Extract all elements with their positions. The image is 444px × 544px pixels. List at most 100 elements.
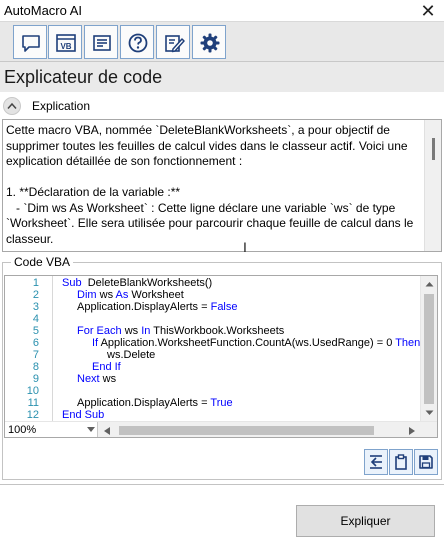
explanation-textbox[interactable]: Cette macro VBA, nommée `DeleteBlankWork…	[2, 119, 442, 252]
explanation-section-label: Explication	[32, 99, 91, 113]
page-header: Explicateur de code	[0, 62, 444, 92]
scroll-down-icon[interactable]	[421, 404, 438, 421]
help-icon	[128, 33, 148, 53]
code-text: Dim ws As Worksheet	[77, 289, 184, 301]
chevron-up-icon	[7, 102, 17, 109]
close-button[interactable]: ✕	[418, 1, 438, 21]
code-text: For Each ws In ThisWorkbook.Worksheets	[77, 325, 284, 337]
code-keyword: For Each	[77, 325, 122, 337]
code-keyword: End Sub	[62, 409, 105, 421]
window-title: AutoMacro AI	[4, 3, 83, 18]
explanation-paragraph: Cette macro VBA, nommée `DeleteBlankWork…	[6, 123, 411, 168]
form-list-button[interactable]	[84, 25, 118, 59]
help-button[interactable]	[120, 25, 154, 59]
scroll-left-icon[interactable]	[104, 427, 110, 435]
explanation-scrollbar[interactable]	[424, 120, 441, 251]
gear-icon	[200, 33, 220, 53]
save-button[interactable]	[414, 449, 438, 475]
code-keyword: Next	[77, 373, 100, 385]
save-icon	[419, 455, 433, 469]
code-line: 5 For Each ws In ThisWorkbook.Worksheets	[5, 325, 423, 337]
code-line: 11 Application.DisplayAlerts = True	[5, 397, 423, 409]
code-line: 4	[5, 313, 423, 325]
svg-text:VB: VB	[60, 42, 71, 51]
explain-button[interactable]: Expliquer	[296, 505, 435, 537]
zoom-selector[interactable]: 100%	[5, 422, 98, 437]
code-keyword: True	[210, 397, 233, 409]
vba-module-icon: VB	[56, 34, 76, 52]
scroll-right-icon[interactable]	[409, 427, 415, 435]
collapse-toggle[interactable]	[3, 97, 21, 115]
code-editor[interactable]: 1 Sub DeleteBlankWorksheets() 2 Dim ws As W…	[4, 275, 438, 438]
code-line: 8 End If	[5, 361, 423, 373]
code-keyword: In	[141, 325, 151, 337]
chevron-down-icon	[87, 427, 95, 432]
zoom-value: 100%	[8, 424, 37, 436]
page-title: Explicateur de code	[4, 67, 163, 87]
footer-divider	[0, 484, 444, 485]
form-list-icon	[93, 35, 111, 51]
code-token: ws	[121, 325, 142, 337]
code-line: 12 End Sub	[5, 409, 423, 421]
code-text: If Application.WorksheetFunction.CountA(…	[92, 337, 420, 349]
code-line: 9 Next ws	[5, 373, 423, 385]
explanation-text: Cette macro VBA, nommée `DeleteBlankWork…	[6, 123, 424, 247]
code-text: Application.DisplayAlerts = True	[77, 397, 233, 409]
code-line: 10	[5, 385, 423, 397]
clipboard-icon	[395, 454, 407, 470]
scrollbar-thumb[interactable]	[424, 294, 434, 404]
code-line: 3 Application.DisplayAlerts = False	[5, 301, 423, 313]
code-token: ws.Delete	[107, 349, 156, 361]
insert-code-button[interactable]	[364, 449, 388, 475]
line-number: 10	[26, 385, 39, 397]
chat-button[interactable]	[13, 25, 47, 59]
line-number: 9	[32, 373, 39, 385]
scrollbar-thumb[interactable]	[119, 426, 374, 435]
line-number: 3	[32, 301, 39, 313]
line-number: 1	[32, 277, 39, 289]
toolbar: VB	[0, 22, 444, 62]
line-number: 8	[32, 361, 39, 373]
edit-checklist-icon	[165, 35, 185, 53]
explanation-section-header: Explication	[0, 96, 444, 116]
edit-checklist-button[interactable]	[156, 25, 190, 59]
code-token: DeleteBlankWorksheets()	[81, 277, 213, 289]
code-keyword: Then	[395, 337, 421, 349]
scrollbar-thumb[interactable]	[432, 138, 435, 160]
code-lines: 1 Sub DeleteBlankWorksheets() 2 Dim ws As W…	[5, 276, 423, 421]
line-number: 2	[32, 289, 39, 301]
code-token: Application.DisplayAlerts =	[77, 397, 211, 409]
code-keyword: As	[115, 289, 129, 301]
code-text: End If	[92, 361, 121, 373]
vba-module-button[interactable]: VB	[48, 25, 82, 59]
code-line: 2 Dim ws As Worksheet	[5, 289, 423, 301]
code-text: Sub DeleteBlankWorksheets()	[62, 277, 212, 289]
code-token: Worksheet	[128, 289, 184, 301]
code-keyword: Sub	[62, 277, 82, 289]
code-keyword: Dim	[77, 289, 97, 301]
line-number: 7	[32, 349, 39, 361]
line-number: 6	[32, 337, 39, 349]
line-number: 11	[27, 397, 39, 409]
insert-code-icon	[370, 455, 382, 469]
line-number: 5	[32, 325, 39, 337]
code-vertical-scrollbar[interactable]	[420, 276, 437, 421]
code-line: 7 ws.Delete	[5, 349, 423, 361]
code-text: ws.Delete	[107, 349, 155, 361]
settings-button[interactable]	[192, 25, 226, 59]
code-section-label: Code VBA	[11, 255, 74, 269]
code-line: 1 Sub DeleteBlankWorksheets()	[5, 277, 423, 289]
code-keyword: End If	[92, 361, 121, 373]
code-text: End Sub	[62, 409, 104, 421]
line-number: 4	[32, 313, 39, 325]
scroll-up-icon[interactable]	[421, 276, 438, 293]
copy-clipboard-button[interactable]	[389, 449, 413, 475]
code-horizontal-scrollbar[interactable]: 100%	[5, 421, 437, 437]
code-token: Application.WorksheetFunction.CountA(ws.…	[98, 337, 396, 349]
code-token: ws	[96, 289, 116, 301]
code-text: Application.DisplayAlerts = False	[77, 301, 238, 313]
code-line: 6 If Application.WorksheetFunction.CountA…	[5, 337, 423, 349]
code-keyword: False	[210, 301, 238, 313]
code-text: Next ws	[77, 373, 116, 385]
title-bar: AutoMacro AI ✕	[0, 0, 444, 22]
